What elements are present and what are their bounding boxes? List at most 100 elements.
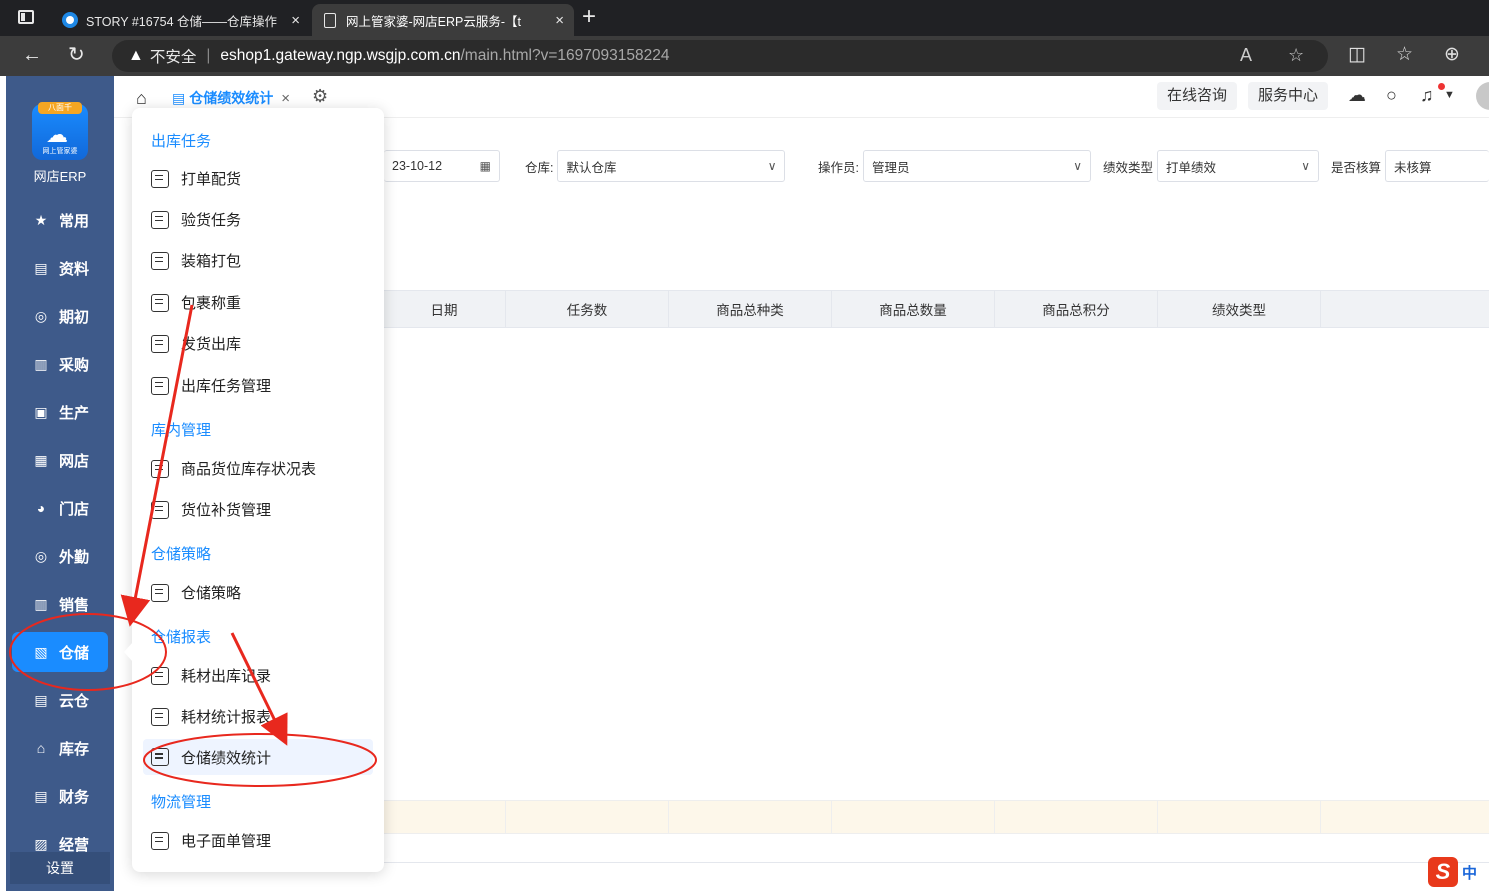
settings-button[interactable]: 设置 bbox=[10, 852, 110, 884]
split-screen-icon[interactable]: ◫ bbox=[1348, 43, 1366, 66]
menu-item[interactable]: 验货任务 bbox=[151, 209, 241, 230]
sidebar-item-8[interactable]: ▥ 销售 bbox=[6, 584, 114, 624]
sidebar-item-label: 云仓 bbox=[59, 692, 90, 710]
perf-type-label: 绩效类型 bbox=[1103, 160, 1154, 175]
sidebar-item-icon: ⌂ bbox=[36, 740, 46, 756]
menu-item[interactable]: 仓储绩效统计 bbox=[143, 739, 373, 775]
sidebar-item-label: 资料 bbox=[59, 260, 90, 278]
favorites-icon[interactable]: ☆ bbox=[1396, 43, 1413, 66]
horizontal-scrollbar[interactable] bbox=[383, 862, 1489, 863]
cloud-download-icon[interactable]: ☁ bbox=[1348, 85, 1366, 106]
sidebar-item-0[interactable]: ★ 常用 bbox=[6, 200, 114, 240]
reload-icon[interactable]: ↻ bbox=[68, 44, 85, 66]
warehouse-label: 仓库: bbox=[525, 160, 554, 175]
sidebar-item-7[interactable]: ◎ 外勤 bbox=[6, 536, 114, 576]
column-header-task-count[interactable]: 任务数 bbox=[506, 291, 669, 327]
sidebar-item-9[interactable]: ▧ 仓储 bbox=[12, 632, 108, 672]
audited-select[interactable]: 未核算 bbox=[1385, 150, 1489, 182]
tab-actions-icon[interactable] bbox=[18, 10, 34, 24]
sidebar-item-6[interactable]: ◕ 门店 bbox=[6, 488, 114, 528]
menu-item[interactable]: 装箱打包 bbox=[151, 250, 241, 271]
main-sidebar: 八面千 ☁ 网上管家婆 网店ERP ★ 常用 ▤ 资料 ◎ 期初 ▥ 采购 ▣ 生产 ▦ 网店 ◕ 门店 ◎… bbox=[6, 76, 114, 891]
menu-item-label: 发货出库 bbox=[181, 336, 242, 353]
sidebar-item-label: 门店 bbox=[59, 500, 90, 518]
sidebar-item-1[interactable]: ▤ 资料 bbox=[6, 248, 114, 288]
menu-item[interactable]: 商品货位库存状况表 bbox=[151, 458, 316, 479]
page-tab-close-icon[interactable]: × bbox=[281, 90, 290, 107]
avatar[interactable] bbox=[1476, 82, 1489, 110]
menu-section-title: 仓储报表 bbox=[151, 629, 212, 646]
chevron-down-icon: ∨ bbox=[1073, 159, 1082, 173]
gear-icon[interactable]: ⚙ bbox=[312, 86, 328, 107]
page-tab-storage-performance[interactable]: ▤ 仓储绩效统计 × bbox=[172, 88, 290, 108]
date-filter: 23-10-12 ▦ bbox=[384, 150, 500, 182]
browser-tab-story[interactable]: STORY #16754 仓储——仓库操作 × bbox=[52, 4, 310, 36]
warehouse-select[interactable]: 默认仓库 ∨ bbox=[557, 150, 786, 182]
menu-item[interactable]: 耗材出库记录 bbox=[151, 665, 271, 686]
caret-down-icon[interactable]: ▼ bbox=[1444, 89, 1455, 101]
menu-item-icon bbox=[151, 666, 169, 685]
date-input[interactable]: 23-10-12 ▦ bbox=[384, 150, 500, 182]
menu-section-title: 仓储策略 bbox=[151, 546, 212, 563]
url-host: eshop1.gateway.ngp.wsgjp.com.cn bbox=[220, 47, 461, 64]
tab-close-icon[interactable]: × bbox=[291, 12, 300, 29]
sidebar-item-label: 销售 bbox=[59, 596, 90, 614]
sidebar-item-2[interactable]: ◎ 期初 bbox=[6, 296, 114, 336]
ime-indicator[interactable]: S 中 bbox=[1428, 857, 1477, 887]
menu-item[interactable]: 发货出库 bbox=[151, 333, 241, 354]
column-header-date[interactable]: 日期 bbox=[383, 291, 506, 327]
menu-item[interactable]: 货位补货管理 bbox=[151, 499, 271, 520]
browser-tab-bar: STORY #16754 仓储——仓库操作 × 网上管家婆-网店ERP云服务-【… bbox=[0, 0, 1489, 36]
sidebar-item-11[interactable]: ⌂ 库存 bbox=[6, 728, 114, 768]
bell-icon[interactable]: ♫ bbox=[1420, 85, 1434, 106]
app-logo[interactable]: 八面千 ☁ 网上管家婆 bbox=[32, 102, 88, 160]
perf-type-value: 打单绩效 bbox=[1166, 160, 1217, 175]
tab-close-icon[interactable]: × bbox=[555, 12, 564, 29]
online-consult-button[interactable]: 在线咨询 bbox=[1157, 82, 1238, 110]
operator-select[interactable]: 管理员 ∨ bbox=[862, 150, 1091, 182]
menu-item-label: 货位补货管理 bbox=[181, 502, 272, 519]
column-header-sku-kinds[interactable]: 商品总种类 bbox=[669, 291, 832, 327]
url-field[interactable]: ▲ 不安全 | eshop1.gateway.ngp.wsgjp.com.cn … bbox=[112, 40, 1328, 72]
service-center-button[interactable]: 服务中心 bbox=[1248, 82, 1329, 110]
sidebar-item-5[interactable]: ▦ 网店 bbox=[6, 440, 114, 480]
sidebar-item-3[interactable]: ▥ 采购 bbox=[6, 344, 114, 384]
browser-tab-erp[interactable]: 网上管家婆-网店ERP云服务-【t × bbox=[312, 4, 574, 36]
perf-type-filter: 绩效类型 打单绩效 ∨ bbox=[1103, 150, 1320, 182]
collections-icon[interactable]: ⊕ bbox=[1444, 43, 1460, 66]
menu-item[interactable]: 耗材统计报表 bbox=[151, 706, 271, 727]
home-icon[interactable]: ⌂ bbox=[136, 88, 147, 109]
menu-item[interactable]: 出库任务管理 bbox=[151, 375, 271, 396]
column-header-total-qty[interactable]: 商品总数量 bbox=[832, 291, 995, 327]
sidebar-item-icon: ▣ bbox=[34, 403, 48, 420]
favorite-star-icon[interactable]: ☆ bbox=[1288, 45, 1304, 66]
chevron-down-icon: ∨ bbox=[767, 159, 777, 173]
menu-item-icon bbox=[151, 210, 169, 229]
menu-item[interactable]: 包裹称重 bbox=[151, 292, 241, 313]
column-header-perf-type[interactable]: 绩效类型 bbox=[1158, 291, 1321, 327]
menu-item-label: 出库任务管理 bbox=[181, 378, 272, 395]
sidebar-item-12[interactable]: ▤ 财务 bbox=[6, 776, 114, 816]
url-path: /main.html?v=1697093158224 bbox=[460, 47, 670, 64]
tab-title: 网上管家婆-网店ERP云服务-【t bbox=[346, 14, 522, 29]
menu-item[interactable]: 打单配货 bbox=[151, 168, 241, 189]
audited-filter: 是否核算 未核算 bbox=[1331, 150, 1489, 182]
read-aloud-icon[interactable]: A bbox=[1240, 45, 1252, 66]
column-header-total-points[interactable]: 商品总积分 bbox=[995, 291, 1158, 327]
menu-item[interactable]: 仓储策略 bbox=[151, 582, 241, 603]
sidebar-item-icon: ◕ bbox=[36, 500, 46, 516]
menu-item[interactable]: 电子面单管理 bbox=[151, 830, 271, 851]
sidebar-item-icon: ★ bbox=[34, 211, 48, 228]
menu-item-icon bbox=[151, 376, 169, 395]
operator-label: 操作员: bbox=[818, 160, 859, 175]
menu-item-label: 仓储策略 bbox=[181, 585, 242, 602]
calendar-icon[interactable]: ▦ bbox=[480, 159, 491, 173]
sidebar-item-10[interactable]: ▤ 云仓 bbox=[6, 680, 114, 720]
new-tab-button[interactable]: + bbox=[582, 4, 596, 30]
ime-mode: 中 bbox=[1462, 864, 1478, 882]
sidebar-item-4[interactable]: ▣ 生产 bbox=[6, 392, 114, 432]
back-arrow-icon[interactable]: ← bbox=[22, 44, 42, 66]
search-icon[interactable]: ○ bbox=[1386, 85, 1397, 106]
perf-type-select[interactable]: 打单绩效 ∨ bbox=[1157, 150, 1320, 182]
sidebar-item-label: 外勤 bbox=[59, 548, 90, 566]
